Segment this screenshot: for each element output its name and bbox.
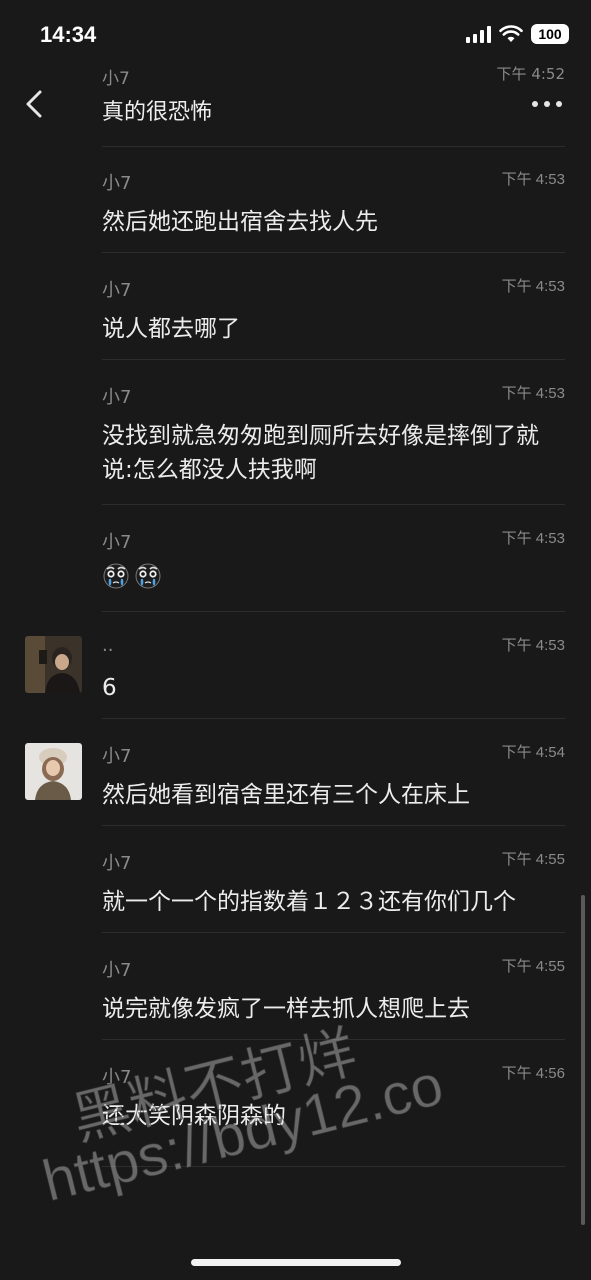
cellular-signal-icon xyxy=(466,25,491,43)
sender-name: 小7 xyxy=(102,280,132,301)
divider xyxy=(102,825,565,826)
message-time: 下午 4:55 xyxy=(501,851,565,868)
message-time: 下午 4:53 xyxy=(501,385,565,402)
message-row[interactable]: 小7 下午 4:54 然后她看到宿舍里还有三个人在床上 xyxy=(0,720,591,826)
message-text: 然后她看到宿舍里还有三个人在床上 xyxy=(102,782,470,808)
message-text: 然后她还跑出宿舍去找人先 xyxy=(102,209,378,235)
divider xyxy=(102,359,565,360)
sender-name: 小7 xyxy=(102,387,132,408)
divider xyxy=(102,1166,565,1167)
message-row[interactable]: 小7 下午 4:55 说完就像发疯了一样去抓人想爬上去 xyxy=(0,934,591,1040)
status-time: 14:34 xyxy=(40,22,97,47)
message-row[interactable]: 小7 下午 4:55 就一个一个的指数着１２３还有你们几个 xyxy=(0,827,591,933)
divider xyxy=(102,718,565,719)
sob-emoji-icon xyxy=(135,563,161,589)
back-button[interactable] xyxy=(18,84,52,124)
message-text: 6 xyxy=(102,675,117,701)
female-avatar-icon xyxy=(25,743,82,800)
message-row[interactable]: .. 下午 4:53 6 xyxy=(0,613,591,719)
message-text: 就一个一个的指数着１２３还有你们几个 xyxy=(102,889,516,915)
sender-name: 小7 xyxy=(102,532,132,553)
home-indicator[interactable] xyxy=(191,1259,401,1266)
scrollbar[interactable] xyxy=(581,895,585,1225)
message-row[interactable]: 小7 下午 4:56 还大笑阴森阴森的 xyxy=(0,1041,591,1167)
peek-message-time: 下午 4:52 xyxy=(496,65,565,83)
chat-header: 小7 下午 4:52 真的很恐怖 xyxy=(0,60,591,152)
battery-icon: 100 xyxy=(531,24,569,44)
message-emoji xyxy=(102,562,567,590)
sender-name: 小7 xyxy=(102,173,132,194)
sender-name: 小7 xyxy=(102,1067,132,1088)
divider xyxy=(102,504,565,505)
message-text: 说人都去哪了 xyxy=(102,316,240,342)
message-text: 没找到就急匆匆跑到厕所去好像是摔倒了就说:怎么都没人扶我啊 xyxy=(102,423,539,483)
message-text: 还大笑阴森阴森的 xyxy=(102,1103,286,1129)
status-icons: 100 xyxy=(466,24,569,44)
divider xyxy=(102,252,565,253)
sender-name: .. xyxy=(102,635,114,656)
avatar[interactable] xyxy=(25,743,82,800)
message-time: 下午 4:54 xyxy=(501,744,565,761)
sob-emoji-icon xyxy=(103,563,129,589)
message-text: 说完就像发疯了一样去抓人想爬上去 xyxy=(102,996,470,1022)
message-row[interactable]: 小7 下午 4:53 说人都去哪了 xyxy=(0,254,591,360)
message-time: 下午 4:56 xyxy=(501,1065,565,1082)
message-time: 下午 4:55 xyxy=(501,958,565,975)
message-row[interactable]: 小7 下午 4:53 xyxy=(0,506,591,612)
more-options-button[interactable] xyxy=(529,90,565,118)
message-time: 下午 4:53 xyxy=(501,278,565,295)
peek-sender-name: 小7 xyxy=(102,69,130,89)
message-row[interactable]: 小7 下午 4:53 然后她还跑出宿舍去找人先 xyxy=(0,147,591,253)
message-time: 下午 4:53 xyxy=(501,637,565,654)
divider xyxy=(102,611,565,612)
avatar[interactable] xyxy=(25,636,82,693)
message-time: 下午 4:53 xyxy=(501,530,565,547)
header-message-text: 真的很恐怖 xyxy=(102,100,213,125)
divider xyxy=(102,1039,565,1040)
divider xyxy=(102,932,565,933)
wifi-icon xyxy=(499,25,523,42)
message-row[interactable]: 小7 下午 4:53 没找到就急匆匆跑到厕所去好像是摔倒了就说:怎么都没人扶我啊 xyxy=(0,361,591,505)
sender-name: 小7 xyxy=(102,853,132,874)
sender-name: 小7 xyxy=(102,746,132,767)
male-avatar-icon xyxy=(25,636,82,693)
message-time: 下午 4:53 xyxy=(501,171,565,188)
sender-name: 小7 xyxy=(102,960,132,981)
